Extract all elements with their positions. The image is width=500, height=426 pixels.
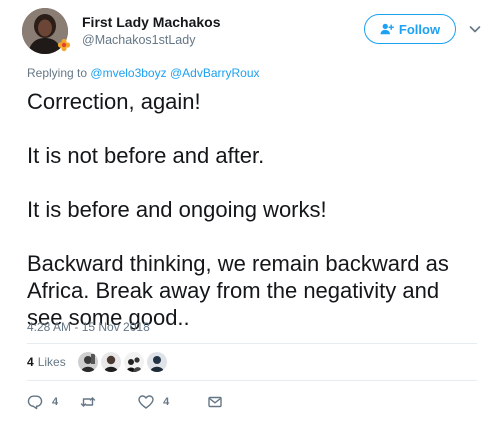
tweet-timestamp[interactable]: 4:28 AM - 15 Nov 2018 [27,320,150,334]
divider [27,343,477,344]
retweet-button[interactable] [80,394,96,410]
liker-avatar[interactable] [146,352,167,372]
heart-icon [138,395,154,409]
reply-button[interactable]: 4 [27,394,58,410]
tweet-text: Correction, again! It is not before and … [27,88,477,331]
tweet-actions: 4 4 [27,392,223,412]
direct-message-button[interactable] [207,394,223,410]
likes-row: 4 Likes [27,350,170,374]
display-name[interactable]: First Lady Machakos [82,13,221,31]
reply-context: Replying to @mvelo3boyz @AdvBarryRoux [27,66,260,80]
retweet-icon [80,397,96,407]
likes-count[interactable]: 4 [27,355,34,369]
reply-count: 4 [52,396,59,408]
flower-emoji-icon [57,38,71,52]
liker-avatar[interactable] [77,352,98,372]
liker-avatar[interactable] [100,352,121,372]
liker-avatar[interactable] [123,352,144,372]
reply-icon [27,395,43,410]
mention-link[interactable]: @AdvBarryRoux [170,66,260,80]
likers-avatars [77,352,170,372]
envelope-icon [208,396,222,408]
tweet-paragraph: Backward thinking, we remain backward as… [27,251,449,330]
tweet-paragraph: Correction, again! [27,89,201,114]
screen-name[interactable]: @Machakos1stLady [82,32,221,49]
chevron-down-icon[interactable] [468,22,482,36]
author-names: First Lady Machakos @Machakos1stLady [82,13,221,49]
tweet-header: First Lady Machakos @Machakos1stLady Fol… [22,8,492,54]
reply-prefix: Replying to [27,66,88,80]
follow-button[interactable]: Follow [364,14,456,44]
tweet-paragraph: It is before and ongoing works! [27,197,327,222]
follow-label: Follow [398,21,441,37]
tweet-paragraph: It is not before and after. [27,143,265,168]
add-user-icon [380,23,394,35]
like-button[interactable]: 4 [138,394,169,410]
likes-label[interactable]: Likes [38,355,66,369]
divider [27,380,477,381]
like-count: 4 [163,396,170,408]
mention-link[interactable]: @mvelo3boyz [90,66,166,80]
